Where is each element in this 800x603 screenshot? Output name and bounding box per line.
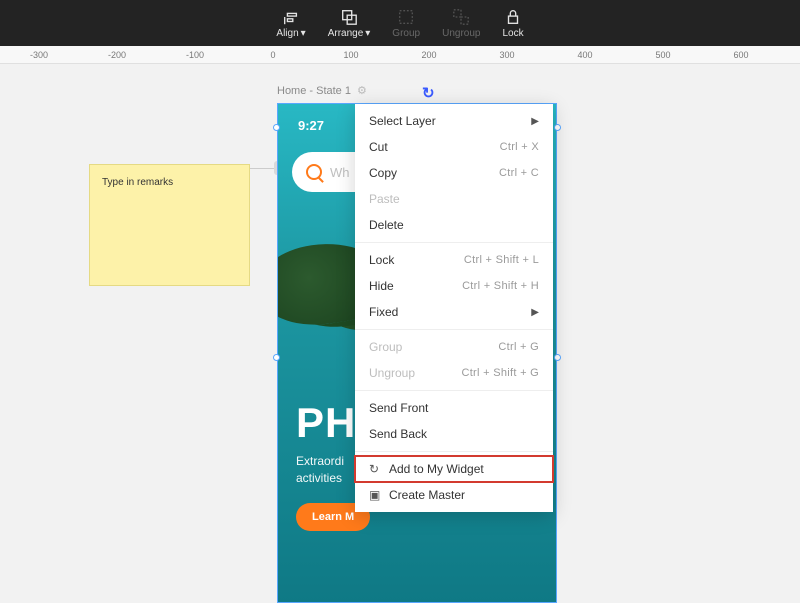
menu-label: Cut [369,140,388,154]
menu-paste: Paste [355,186,553,212]
context-menu: Select Layer ▶ Cut Ctrl + X Copy Ctrl + … [355,104,553,512]
menu-label: Paste [369,192,400,206]
menu-send-back[interactable]: Send Back [355,421,553,447]
chevron-down-icon: ▾ [301,28,306,39]
menu-label: Create Master [389,488,465,502]
master-icon: ▣ [369,488,383,502]
group-icon [397,8,415,26]
ruler-tick: 400 [577,50,592,60]
menu-shortcut: Ctrl + Shift + G [461,367,539,379]
ruler-tick: 300 [499,50,514,60]
menu-shortcut: Ctrl + G [498,341,539,353]
ruler-tick: -200 [108,50,126,60]
gear-icon[interactable]: ⚙ [357,84,367,97]
toolbar-lock[interactable]: Lock [502,8,523,39]
menu-label: Delete [369,218,404,232]
ruler-tick: 100 [343,50,358,60]
menu-separator [355,390,553,391]
menu-send-front[interactable]: Send Front [355,395,553,421]
menu-shortcut: Ctrl + Shift + L [464,254,539,266]
toolbar-arrange-label: Arrange [328,28,364,39]
menu-copy[interactable]: Copy Ctrl + C [355,160,553,186]
ruler-tick: 600 [733,50,748,60]
menu-add-to-my-widget[interactable]: ↻ Add to My Widget [355,456,553,482]
menu-group: Group Ctrl + G [355,334,553,360]
search-placeholder: Wh [330,165,350,180]
menu-separator [355,242,553,243]
ruler-tick: -300 [30,50,48,60]
menu-label: Lock [369,253,394,267]
menu-label: Group [369,340,402,354]
chevron-right-icon: ▶ [531,116,539,127]
menu-hide[interactable]: Hide Ctrl + Shift + H [355,273,553,299]
toolbar-align-label: Align [276,28,298,39]
align-icon [282,8,300,26]
toolbar-align[interactable]: Align▾ [276,8,305,39]
status-time: 9:27 [298,118,324,133]
sticky-note[interactable]: Type in remarks [89,164,250,286]
menu-shortcut: Ctrl + C [499,167,539,179]
menu-label: Add to My Widget [389,462,484,476]
arrange-icon [340,8,358,26]
sticky-note-text: Type in remarks [102,177,173,188]
ruler-tick: -100 [186,50,204,60]
menu-shortcut: Ctrl + Shift + H [462,280,539,292]
chevron-down-icon: ▾ [365,28,370,39]
chevron-right-icon: ▶ [531,307,539,318]
selection-handle[interactable] [554,354,561,361]
menu-lock[interactable]: Lock Ctrl + Shift + L [355,247,553,273]
toolbar-lock-label: Lock [502,28,523,39]
menu-separator [355,329,553,330]
ruler-tick: 0 [270,50,275,60]
menu-cut[interactable]: Cut Ctrl + X [355,134,553,160]
ruler-tick: 200 [421,50,436,60]
selection-handle[interactable] [273,124,280,131]
ruler: -300-200-1000100200300400500600700 [0,46,800,64]
lock-icon [504,8,522,26]
menu-label: Select Layer [369,114,436,128]
menu-label: Fixed [369,305,398,319]
menu-label: Copy [369,166,397,180]
toolbar-ungroup: Ungroup [442,8,480,39]
selection-handle[interactable] [554,124,561,131]
toolbar-group-label: Group [392,28,420,39]
menu-label: Send Back [369,427,427,441]
artboard-title-bar[interactable]: Home - State 1 ⚙ [277,84,557,97]
sticky-connector [250,168,280,178]
hero-sub-2: activities [296,471,342,485]
menu-label: Send Front [369,401,428,415]
toolbar-group: Group [392,8,420,39]
hero-sub-1: Extraordi [296,454,344,468]
menu-delete[interactable]: Delete [355,212,553,238]
menu-label: Ungroup [369,366,415,380]
toolbar: Align▾ Arrange▾ Group Ungroup Lock [0,0,800,46]
menu-separator [355,451,553,452]
menu-select-layer[interactable]: Select Layer ▶ [355,108,553,134]
toolbar-ungroup-label: Ungroup [442,28,480,39]
menu-shortcut: Ctrl + X [500,141,539,153]
reload-icon[interactable]: ↻ [422,84,435,102]
menu-fixed[interactable]: Fixed ▶ [355,299,553,325]
sync-icon: ↻ [369,462,383,476]
menu-label: Hide [369,279,394,293]
ungroup-icon [452,8,470,26]
artboard-title: Home - State 1 [277,85,351,97]
menu-create-master[interactable]: ▣ Create Master [355,482,553,508]
search-icon [306,164,322,180]
ruler-tick: 500 [655,50,670,60]
menu-ungroup: Ungroup Ctrl + Shift + G [355,360,553,386]
toolbar-arrange[interactable]: Arrange▾ [328,8,371,39]
selection-handle[interactable] [273,354,280,361]
